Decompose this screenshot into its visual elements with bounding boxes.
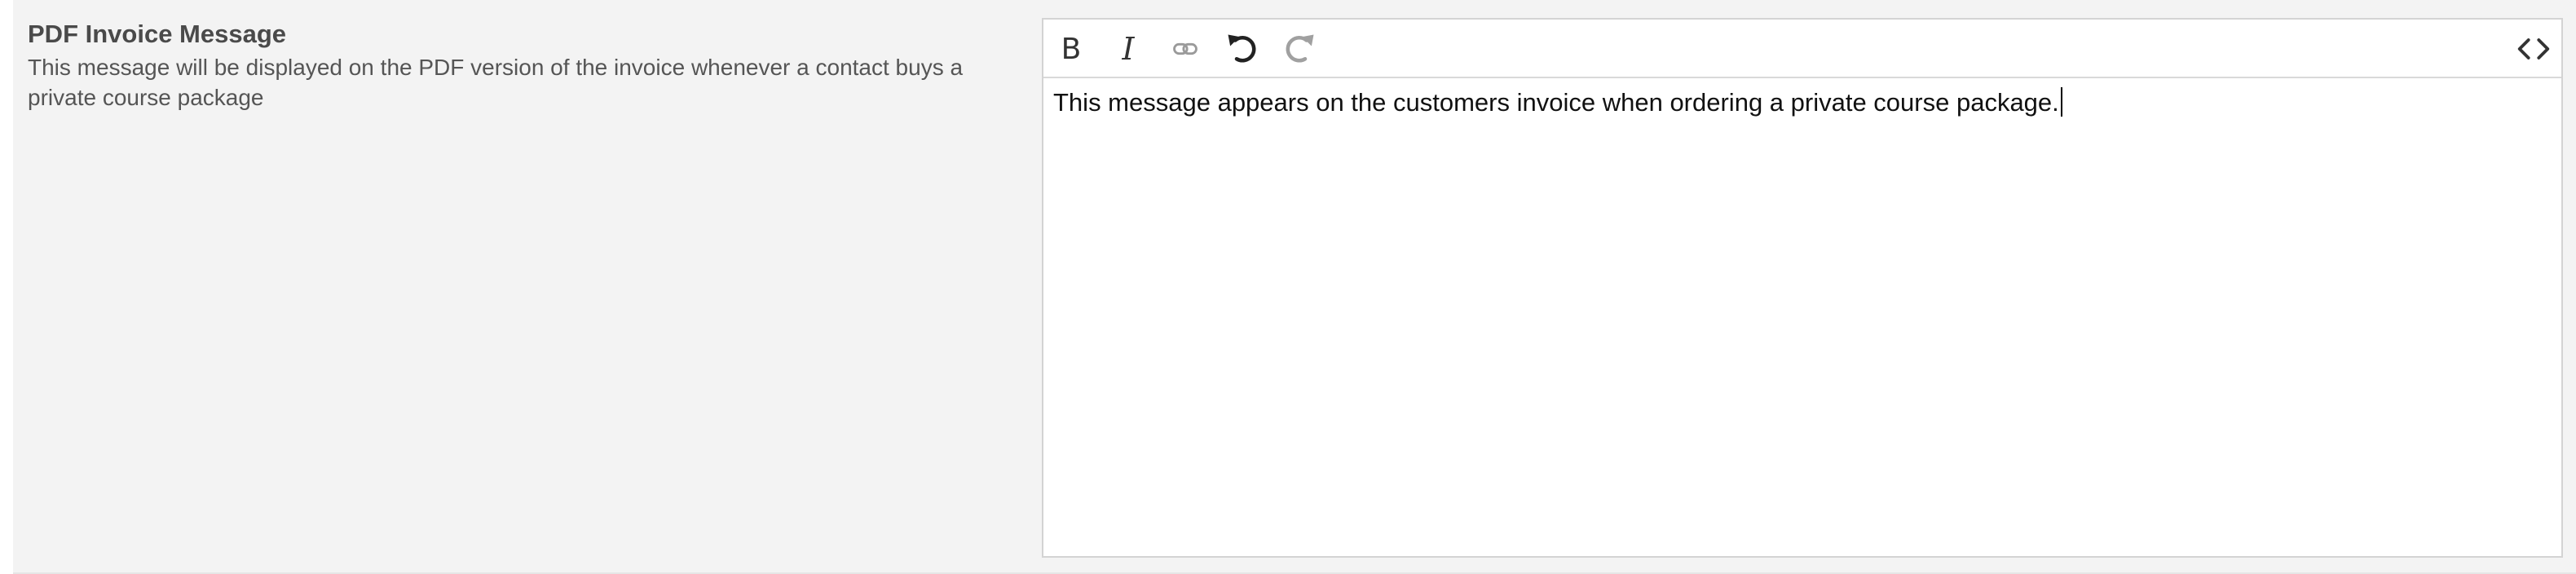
undo-button[interactable] bbox=[1221, 28, 1264, 70]
source-code-button[interactable] bbox=[2512, 28, 2555, 70]
setting-description: This message will be displayed on the PD… bbox=[28, 55, 964, 110]
link-icon bbox=[1173, 42, 1198, 55]
setting-label-column: PDF Invoice Message This message will be… bbox=[28, 18, 1014, 113]
editor-toolbar: B I bbox=[1043, 20, 2561, 78]
italic-icon: I bbox=[1122, 31, 1135, 67]
italic-button[interactable]: I bbox=[1107, 28, 1149, 70]
code-icon bbox=[2517, 38, 2550, 60]
link-button[interactable] bbox=[1164, 28, 1206, 70]
editor-text: This message appears on the customers in… bbox=[1053, 88, 2059, 117]
bold-button[interactable]: B bbox=[1050, 28, 1092, 70]
redo-button[interactable] bbox=[1278, 28, 1321, 70]
editor-content-area[interactable]: This message appears on the customers in… bbox=[1043, 78, 2561, 556]
settings-row: PDF Invoice Message This message will be… bbox=[13, 0, 2576, 574]
text-cursor bbox=[2060, 87, 2062, 117]
bold-icon: B bbox=[1061, 32, 1082, 66]
undo-icon bbox=[1228, 34, 1256, 63]
redo-icon bbox=[1286, 34, 1314, 63]
setting-title: PDF Invoice Message bbox=[28, 20, 287, 48]
rich-text-editor[interactable]: B I This message appears on the customer… bbox=[1042, 18, 2563, 558]
